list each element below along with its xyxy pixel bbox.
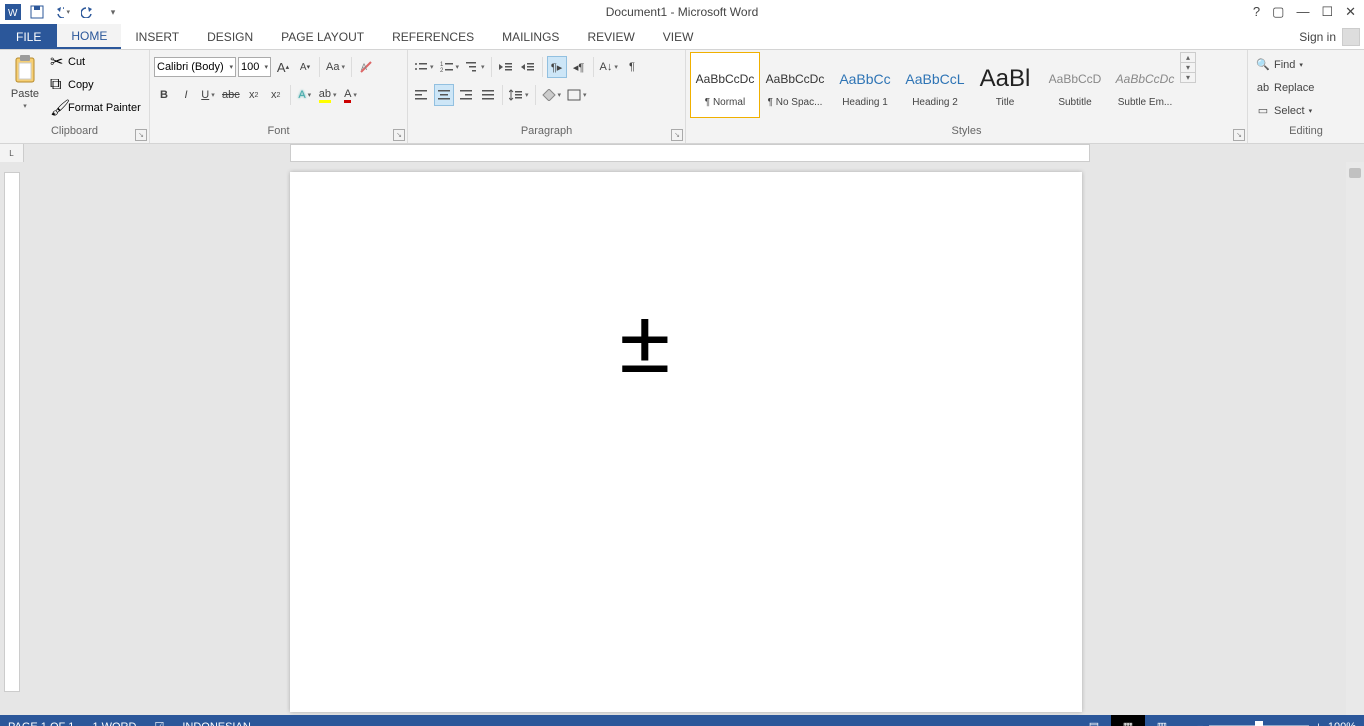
bold-button[interactable]: B [154, 84, 174, 106]
text-effects-button[interactable]: A [295, 84, 315, 106]
view-web-layout[interactable]: ▥ [1145, 715, 1179, 726]
minimize-button[interactable]: ― [1296, 4, 1309, 20]
justify-button[interactable] [478, 84, 498, 106]
zoom-out-button[interactable]: − [1197, 721, 1203, 726]
view-print-layout[interactable]: ▦ [1111, 715, 1145, 726]
grow-font-button[interactable]: A▴ [273, 56, 293, 78]
bullets-button[interactable] [412, 56, 436, 78]
status-page[interactable]: PAGE 1 OF 1 [8, 721, 74, 726]
style-item-subtle-em-[interactable]: AaBbCcDcSubtle Em... [1110, 52, 1180, 118]
help-icon[interactable]: ? [1253, 4, 1260, 20]
replace-button[interactable]: abReplace [1252, 77, 1318, 98]
tab-home[interactable]: HOME [57, 24, 121, 49]
tab-page-layout[interactable]: PAGE LAYOUT [267, 24, 378, 49]
change-case-button[interactable]: Aa [324, 56, 347, 78]
tab-mailings[interactable]: MAILINGS [488, 24, 573, 49]
close-button[interactable]: ✕ [1345, 4, 1356, 20]
style-item-title[interactable]: AaBlTitle [970, 52, 1040, 118]
borders-button[interactable] [565, 84, 589, 106]
style-item--no-spac-[interactable]: AaBbCcDc¶ No Spac... [760, 52, 830, 118]
style-item-heading-2[interactable]: AaBbCcLHeading 2 [900, 52, 970, 118]
sign-in-link[interactable]: Sign in [1299, 30, 1336, 44]
tab-view[interactable]: VIEW [649, 24, 708, 49]
undo-button[interactable] [52, 3, 72, 21]
font-color-button[interactable]: A [341, 84, 361, 106]
window-title: Document1 - Microsoft Word [606, 5, 759, 19]
tab-references[interactable]: REFERENCES [378, 24, 488, 49]
ribbon-display-options-icon[interactable]: ▢ [1272, 4, 1284, 20]
font-launcher[interactable]: ↘ [393, 129, 405, 141]
group-font-label: Font [154, 125, 403, 143]
font-size-combo[interactable]: 100▾ [238, 57, 271, 77]
styles-gallery[interactable]: AaBbCcDc¶ NormalAaBbCcDc¶ No Spac...AaBb… [690, 52, 1180, 118]
svg-text:2: 2 [440, 68, 444, 73]
tab-design[interactable]: DESIGN [193, 24, 267, 49]
numbering-button[interactable]: 12 [438, 56, 462, 78]
tab-file[interactable]: FILE [0, 24, 57, 49]
font-name-combo[interactable]: Calibri (Body)▾ [154, 57, 236, 77]
multilevel-list-button[interactable] [463, 56, 487, 78]
shading-button[interactable] [540, 84, 564, 106]
svg-text:W: W [8, 8, 18, 19]
vertical-scrollbar[interactable] [1346, 162, 1364, 715]
align-left-button[interactable] [412, 84, 432, 106]
select-button[interactable]: ▭Select▾ [1252, 100, 1316, 121]
document-page[interactable]: ± [290, 172, 1082, 712]
document-content[interactable]: ± [620, 292, 670, 392]
tab-insert[interactable]: INSERT [121, 24, 193, 49]
increase-indent-button[interactable] [518, 56, 538, 78]
save-icon[interactable] [28, 3, 46, 21]
avatar-icon[interactable] [1342, 28, 1360, 46]
clipboard-launcher[interactable]: ↘ [135, 129, 147, 141]
document-canvas[interactable]: ± [24, 162, 1346, 715]
status-language[interactable]: INDONESIAN [182, 721, 250, 726]
ribbon-tabs: FILE HOME INSERT DESIGN PAGE LAYOUT REFE… [0, 24, 1364, 50]
cut-button[interactable]: ✂Cut [50, 52, 141, 72]
line-spacing-button[interactable] [507, 84, 531, 106]
align-right-button[interactable] [456, 84, 476, 106]
find-button[interactable]: 🔍Find▾ [1252, 54, 1307, 75]
style-item-heading-1[interactable]: AaBbCcHeading 1 [830, 52, 900, 118]
group-editing-label: Editing [1252, 125, 1360, 143]
show-marks-button[interactable]: ¶ [622, 56, 642, 78]
tab-review[interactable]: REVIEW [573, 24, 648, 49]
clear-formatting-button[interactable]: A [356, 56, 376, 78]
horizontal-ruler[interactable] [24, 144, 1364, 162]
rtl-button[interactable]: ◂¶ [569, 56, 589, 78]
word-app-icon: W [4, 3, 22, 21]
zoom-level[interactable]: 100% [1328, 721, 1356, 726]
highlight-button[interactable]: ab [317, 84, 339, 106]
group-paragraph-label: Paragraph [412, 125, 681, 143]
svg-text:A: A [361, 62, 367, 72]
tab-selector[interactable]: L [0, 144, 24, 162]
strikethrough-button[interactable]: abc [220, 84, 242, 106]
status-proofing-icon[interactable]: ☑ [154, 720, 164, 726]
subscript-button[interactable]: x2 [244, 84, 264, 106]
format-painter-button[interactable]: 🖌Format Painter [50, 98, 141, 118]
vertical-ruler[interactable] [0, 162, 24, 715]
group-styles-label: Styles [690, 125, 1243, 143]
decrease-indent-button[interactable] [496, 56, 516, 78]
qat-customize-icon[interactable]: ▾ [104, 3, 122, 21]
align-center-button[interactable] [434, 84, 454, 106]
status-words[interactable]: 1 WORD [92, 721, 136, 726]
shrink-font-button[interactable]: A▾ [295, 56, 315, 78]
styles-scroll[interactable]: ▴▾▾ [1180, 52, 1196, 83]
maximize-button[interactable]: ☐ [1321, 4, 1333, 20]
group-clipboard-label: Clipboard [4, 125, 145, 143]
zoom-in-button[interactable]: + [1315, 721, 1321, 726]
styles-launcher[interactable]: ↘ [1233, 129, 1245, 141]
copy-button[interactable]: ⧉Copy [50, 76, 141, 94]
redo-button[interactable] [78, 3, 98, 21]
style-item-subtitle[interactable]: AaBbCcDSubtitle [1040, 52, 1110, 118]
ltr-button[interactable]: ¶▸ [547, 56, 567, 78]
sort-button[interactable]: A↓ [598, 56, 620, 78]
view-read-mode[interactable]: ▤ [1077, 715, 1111, 726]
paragraph-launcher[interactable]: ↘ [671, 129, 683, 141]
superscript-button[interactable]: x2 [266, 84, 286, 106]
style-item--normal[interactable]: AaBbCcDc¶ Normal [690, 52, 760, 118]
italic-button[interactable]: I [176, 84, 196, 106]
paste-button[interactable]: Paste ▾ [4, 52, 46, 110]
underline-button[interactable]: U [198, 84, 218, 106]
